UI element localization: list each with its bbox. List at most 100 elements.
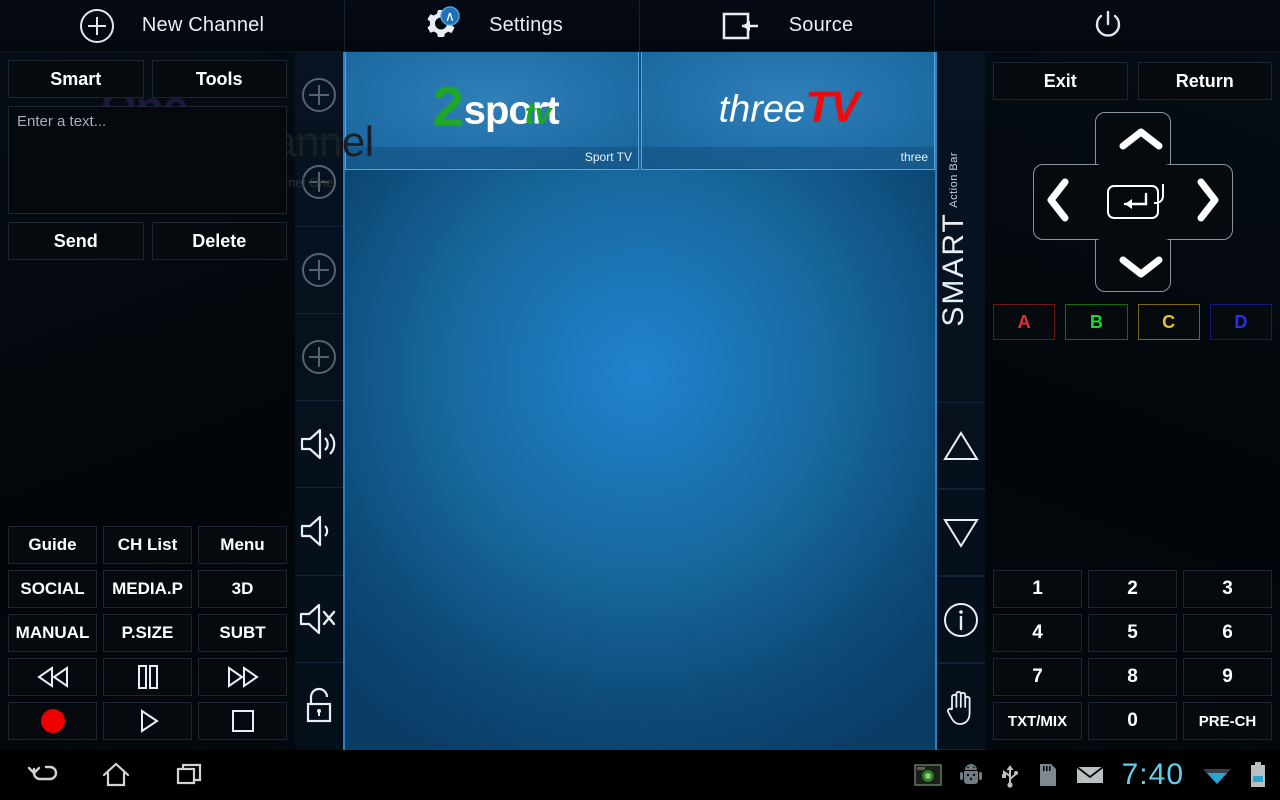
- menu-button[interactable]: Menu: [198, 526, 287, 564]
- power-button[interactable]: [935, 0, 1280, 51]
- recents-icon: [174, 759, 206, 791]
- mail-icon[interactable]: [1076, 765, 1104, 785]
- color-button-b[interactable]: B: [1065, 304, 1128, 340]
- manual-button[interactable]: MANUAL: [8, 614, 97, 652]
- num-key-6[interactable]: 6: [1183, 614, 1272, 652]
- smart-button[interactable]: Smart: [8, 60, 144, 98]
- social-button[interactable]: SOCIAL: [8, 570, 97, 608]
- volume-up-icon: [299, 426, 339, 462]
- dpad-down-button[interactable]: [1119, 252, 1163, 280]
- num-key-9[interactable]: 9: [1183, 658, 1272, 696]
- color-button-c[interactable]: C: [1137, 304, 1200, 340]
- back-button[interactable]: [26, 759, 58, 791]
- logo-part-tv: TV: [805, 81, 859, 131]
- left-keypad-grid: Guide CH List Menu SOCIAL MEDIA.P 3D MAN…: [8, 526, 287, 740]
- volume-mute-icon: [298, 601, 340, 637]
- p-size-button[interactable]: P.SIZE: [103, 614, 192, 652]
- subt-button[interactable]: SUBT: [198, 614, 287, 652]
- ch-list-button[interactable]: CH List: [103, 526, 192, 564]
- new-channel-button[interactable]: New Channel: [0, 0, 345, 51]
- smart-brand-text: SMART: [937, 212, 970, 327]
- svg-text:∧: ∧: [445, 8, 455, 24]
- rewind-button[interactable]: [8, 658, 97, 696]
- status-clock[interactable]: 7:40: [1122, 758, 1184, 792]
- add-channel-slot-3[interactable]: [295, 227, 343, 314]
- return-button[interactable]: Return: [1137, 62, 1272, 100]
- lock-open-icon: [302, 686, 336, 726]
- volume-up-button[interactable]: [295, 401, 343, 489]
- dpad-left-button[interactable]: [1045, 178, 1073, 222]
- record-icon: [40, 709, 65, 733]
- android-navigation-bar: 7:40: [0, 750, 1280, 800]
- pause-button[interactable]: [103, 658, 192, 696]
- top-toolbar: New Channel ∧ Settings Source: [0, 0, 1280, 52]
- new-channel-label: New Channel: [141, 14, 265, 36]
- pre-ch-button[interactable]: PRE-CH: [1183, 702, 1272, 740]
- source-button[interactable]: Source: [640, 0, 935, 51]
- left-arrow-icon: [1045, 178, 1073, 222]
- volume-down-button[interactable]: [295, 488, 343, 576]
- add-channel-slot-2[interactable]: [295, 139, 343, 227]
- back-icon: [26, 759, 58, 791]
- channel-caption: Sport TV: [346, 147, 638, 169]
- color-buttons-row: A B C D: [985, 292, 1280, 340]
- home-icon: [100, 759, 132, 791]
- record-button[interactable]: [8, 702, 97, 740]
- enter-icon: [1116, 192, 1150, 212]
- channel-down-button[interactable]: [937, 489, 985, 576]
- wifi-icon[interactable]: [1202, 764, 1232, 786]
- info-button[interactable]: [937, 576, 985, 663]
- num-key-1[interactable]: 1: [993, 570, 1082, 608]
- dpad-right-button[interactable]: [1193, 178, 1221, 222]
- fast-forward-button[interactable]: [198, 658, 287, 696]
- add-channel-slot-4[interactable]: [295, 314, 343, 401]
- channel-thumbnail[interactable]: 2sporttv Sport TV: [345, 52, 639, 170]
- color-button-a[interactable]: A: [993, 304, 1056, 340]
- num-key-5[interactable]: 5: [1088, 614, 1177, 652]
- channel-up-button[interactable]: [937, 402, 985, 489]
- left-control-panel: One channel Channel One Smart Tools Ente…: [0, 52, 374, 750]
- touchpad-button[interactable]: [937, 663, 985, 750]
- three-d-button[interactable]: 3D: [198, 570, 287, 608]
- screenshot-icon[interactable]: [913, 763, 942, 787]
- stop-button[interactable]: [198, 702, 287, 740]
- home-button[interactable]: [100, 759, 132, 791]
- num-key-8[interactable]: 8: [1088, 658, 1177, 696]
- sdcard-icon[interactable]: [1038, 762, 1058, 788]
- dpad-up-button[interactable]: [1119, 126, 1163, 154]
- play-button[interactable]: [103, 702, 192, 740]
- num-key-7[interactable]: 7: [993, 658, 1082, 696]
- exit-button[interactable]: Exit: [993, 62, 1128, 100]
- send-button[interactable]: Send: [8, 222, 144, 260]
- text-input[interactable]: Enter a text...: [8, 106, 287, 214]
- plus-circle-icon: [302, 339, 336, 374]
- channel-caption: three: [642, 147, 934, 169]
- recents-button[interactable]: [174, 759, 206, 791]
- channel-logo: threeTV: [642, 81, 934, 131]
- right-arrow-icon: [1193, 178, 1221, 222]
- add-channel-slot-1[interactable]: [295, 52, 343, 140]
- play-icon: [135, 708, 161, 734]
- delete-button[interactable]: Delete: [151, 222, 287, 260]
- color-button-d[interactable]: D: [1209, 304, 1272, 340]
- media-p-button[interactable]: MEDIA.P: [103, 570, 192, 608]
- num-key-4[interactable]: 4: [993, 614, 1082, 652]
- android-debug-icon[interactable]: [959, 763, 982, 787]
- battery-icon[interactable]: [1250, 762, 1266, 788]
- txt-mix-button[interactable]: TXT/MIX: [993, 702, 1082, 740]
- source-input-icon: [721, 10, 761, 42]
- mute-button[interactable]: [295, 576, 343, 663]
- lock-toggle-button[interactable]: [295, 663, 343, 750]
- usb-icon[interactable]: [1000, 762, 1020, 788]
- power-icon: [1090, 8, 1126, 44]
- guide-button[interactable]: Guide: [8, 526, 97, 564]
- tools-button[interactable]: Tools: [151, 60, 287, 98]
- num-key-3[interactable]: 3: [1183, 570, 1272, 608]
- num-key-0[interactable]: 0: [1088, 702, 1177, 740]
- channel-thumbnail-row: 2sporttv Sport TV threeTV three: [345, 52, 935, 170]
- channel-thumbnail[interactable]: threeTV three: [641, 52, 935, 170]
- dpad-enter-button[interactable]: [1106, 184, 1164, 219]
- volume-down-icon: [299, 513, 339, 549]
- num-key-2[interactable]: 2: [1088, 570, 1177, 608]
- settings-button[interactable]: ∧ Settings: [345, 0, 640, 51]
